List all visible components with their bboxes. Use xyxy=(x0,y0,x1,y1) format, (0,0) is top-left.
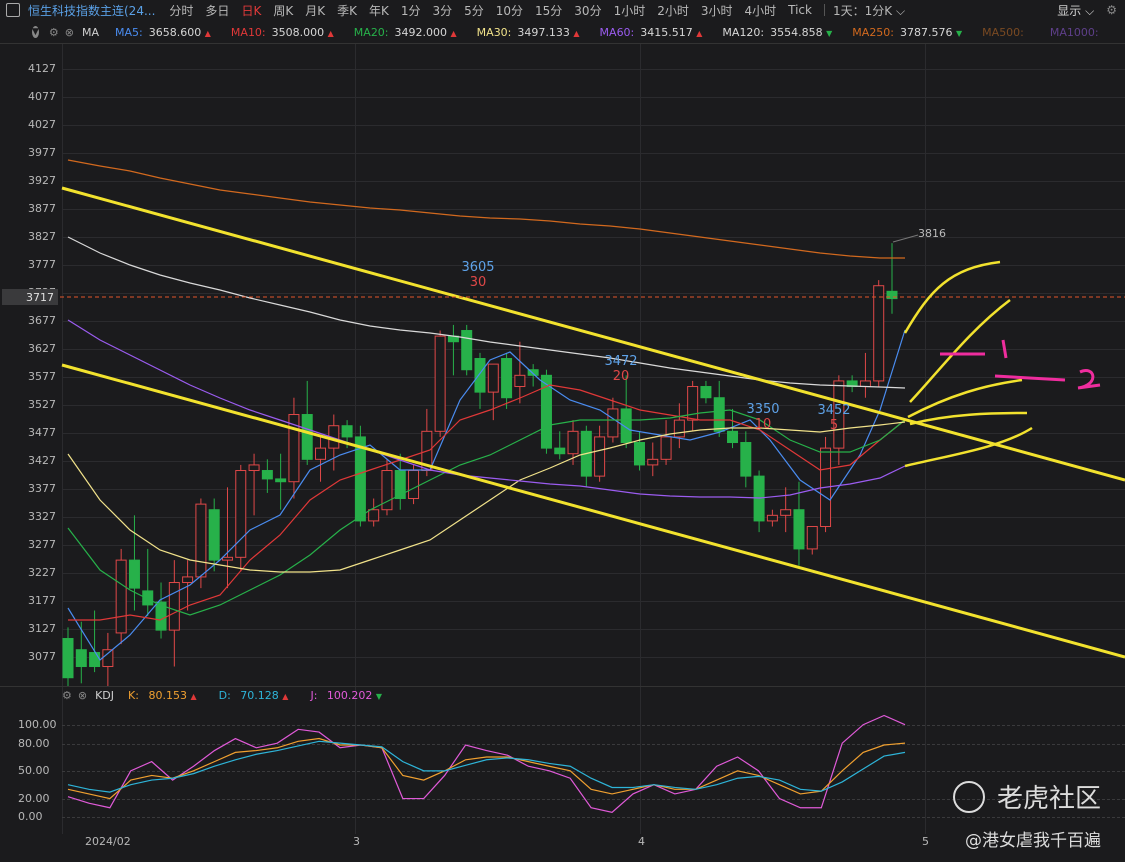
candle-body xyxy=(633,442,645,466)
candle-body xyxy=(886,290,898,300)
candle-body xyxy=(89,652,101,668)
candle-body xyxy=(660,436,672,460)
candle-body xyxy=(461,330,473,371)
candle-body xyxy=(182,576,194,584)
candle-body xyxy=(806,526,818,550)
price-annotation: 20 xyxy=(613,369,630,384)
candle-body xyxy=(195,503,207,578)
candle-body xyxy=(235,470,247,558)
candle-body xyxy=(793,509,805,550)
peak-leader-line xyxy=(892,234,919,243)
price-chart[interactable]: 360530 347220 335010 34525 3816 xyxy=(0,0,1125,686)
candle-body xyxy=(301,414,313,460)
candle-body xyxy=(514,374,526,388)
candle-body xyxy=(700,386,712,399)
price-annotation: 3605 xyxy=(461,260,494,275)
price-annotation: 5 xyxy=(830,418,838,433)
trendline-upper[interactable] xyxy=(61,186,1125,482)
candle-body xyxy=(594,436,606,477)
watermark-brand: 老虎社区 xyxy=(952,778,1101,815)
candle-body xyxy=(62,638,74,679)
candle-body xyxy=(873,285,885,382)
candle-body xyxy=(474,358,486,393)
candle-body xyxy=(859,380,871,388)
ma-line xyxy=(67,421,906,573)
time-tick-label: 2024/02 xyxy=(85,835,131,848)
candle-body xyxy=(248,464,260,472)
candle-body xyxy=(102,649,114,668)
kdj-line xyxy=(67,714,906,814)
candle-body xyxy=(434,335,446,432)
time-tick-label: 5 xyxy=(922,835,929,848)
candle-body xyxy=(727,430,739,444)
price-annotation: 10 xyxy=(755,417,772,432)
candle-body xyxy=(554,447,566,455)
projection-curve-5 xyxy=(904,426,1033,468)
candle-body xyxy=(740,442,752,477)
candle-body xyxy=(128,559,140,589)
candle-body xyxy=(75,649,87,668)
handwriting-two xyxy=(994,369,1101,390)
candle-body xyxy=(780,509,792,516)
candle-body xyxy=(567,430,579,455)
ma-line xyxy=(67,409,906,616)
candle-body xyxy=(713,397,725,432)
candle-body xyxy=(168,582,180,631)
tiger-logo-icon xyxy=(952,780,985,813)
ma-line xyxy=(67,329,906,661)
watermark-author: @港女虐我千百遍 xyxy=(965,831,1101,851)
kdj-line xyxy=(67,737,906,800)
candle-body xyxy=(673,419,685,438)
handwriting-one xyxy=(940,339,1008,359)
price-annotation: 3472 xyxy=(604,354,637,369)
candle-body xyxy=(368,509,380,522)
candle-body xyxy=(501,358,513,399)
candle-body xyxy=(208,509,220,561)
candle-body xyxy=(766,514,778,522)
price-annotation: 30 xyxy=(470,275,487,290)
candle-body xyxy=(647,458,659,466)
candle-body xyxy=(607,408,619,438)
candle-body xyxy=(275,478,287,483)
time-tick-label: 4 xyxy=(638,835,645,848)
price-annotation: 3350 xyxy=(746,402,779,417)
projection-curve-2 xyxy=(909,299,1011,403)
projection-curve-4 xyxy=(909,411,1028,426)
candle-body xyxy=(221,556,233,561)
current-price-tag: 3717 xyxy=(2,289,58,305)
candle-body xyxy=(408,470,420,500)
trendline-lower[interactable] xyxy=(61,363,1125,659)
candle-body xyxy=(341,425,353,438)
candle-body xyxy=(487,363,499,393)
price-annotation: 3452 xyxy=(817,403,850,418)
candle-body xyxy=(115,559,127,634)
time-tick-label: 3 xyxy=(353,835,360,848)
price-annotation: 3816 xyxy=(918,227,946,240)
ma-line xyxy=(67,159,905,259)
candle-body xyxy=(142,590,154,606)
candle-body xyxy=(261,470,273,480)
candle-body xyxy=(315,447,327,460)
